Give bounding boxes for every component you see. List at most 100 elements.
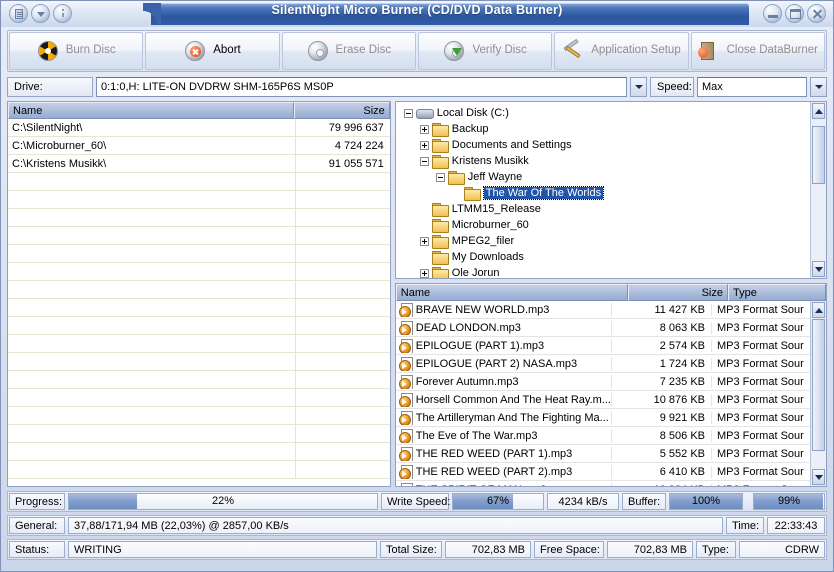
scroll-thumb[interactable]	[812, 126, 825, 184]
table-row-empty[interactable]	[8, 173, 390, 191]
tree-node[interactable]: Local Disk (C:)	[400, 105, 810, 121]
file-list-scrollbar[interactable]	[810, 301, 826, 486]
table-row-empty[interactable]	[8, 245, 390, 263]
table-row-empty[interactable]	[8, 209, 390, 227]
table-row[interactable]: C:\SilentNight\ 79 996 637	[8, 119, 390, 137]
tree-node[interactable]: Backup	[400, 121, 810, 137]
source-list-body[interactable]: C:\SilentNight\ 79 996 637 C:\Microburner_…	[8, 119, 390, 486]
abort-button[interactable]: Abort	[145, 32, 280, 70]
expand-icon[interactable]	[419, 124, 429, 134]
table-row-empty[interactable]	[8, 371, 390, 389]
file-list-body[interactable]: BRAVE NEW WORLD.mp3 11 427 KB MP3 Format S…	[395, 301, 810, 486]
collapse-icon[interactable]	[403, 108, 413, 118]
table-row-empty[interactable]	[8, 407, 390, 425]
scroll-track[interactable]	[812, 319, 825, 468]
scroll-down-icon[interactable]	[812, 261, 825, 277]
table-row[interactable]: Horsell Common And The Heat Ray.m... 10 8…	[395, 391, 810, 409]
chevron-down-icon[interactable]	[31, 4, 50, 23]
tree-node[interactable]: LTMM15_Release	[400, 201, 810, 217]
info-icon[interactable]	[53, 4, 72, 23]
tree-node[interactable]: Microburner_60	[400, 217, 810, 233]
collapse-icon[interactable]	[435, 172, 445, 182]
maximize-icon[interactable]	[785, 4, 804, 23]
table-row[interactable]: The Eve of The War.mp3 8 506 KB MP3 Format…	[395, 427, 810, 445]
table-row[interactable]: THE SPIRIT OF MAN.mp3 10 924 KBMP3 Format…	[396, 481, 810, 486]
scroll-down-icon[interactable]	[812, 469, 825, 485]
minimize-icon[interactable]	[763, 4, 782, 23]
table-row[interactable]: EPILOGUE (PART 2) NASA.mp3 1 724 KB MP3 Fo…	[395, 355, 810, 373]
menu-icon[interactable]	[9, 4, 28, 23]
expand-icon[interactable]	[419, 268, 429, 278]
general-label: General:	[9, 517, 65, 534]
file-row-name: DEAD LONDON.mp3	[396, 320, 612, 335]
file-row-name: The Artilleryman And The Fighting Ma...	[396, 410, 612, 425]
write-speed-bar: 67%	[452, 493, 544, 510]
scroll-thumb[interactable]	[812, 319, 825, 451]
file-row-size: 9 921 KB	[612, 411, 712, 424]
verify-disc-button[interactable]: Verify Disc	[417, 32, 553, 70]
table-row-empty[interactable]	[8, 425, 390, 443]
tree-node[interactable]: The War Of The Worlds	[400, 185, 810, 201]
drive-select-dropdown-icon[interactable]	[630, 77, 647, 97]
folder-tree[interactable]: Local Disk (C:) Backup Documents and Setti…	[396, 102, 810, 278]
close-icon[interactable]	[807, 4, 826, 23]
expand-icon[interactable]	[419, 236, 429, 246]
source-col-size[interactable]: Size	[293, 102, 390, 119]
browser-panel: Local Disk (C:) Backup Documents and Setti…	[394, 101, 827, 487]
table-row-empty[interactable]	[8, 191, 390, 209]
table-row[interactable]: THE RED WEED (PART 2).mp3 6 410 KB MP3 For…	[395, 463, 810, 481]
tree-node[interactable]: Kristens Musikk	[400, 153, 810, 169]
table-row-empty[interactable]	[8, 389, 390, 407]
table-row-empty[interactable]	[8, 461, 390, 479]
tree-node[interactable]: Ole Jorun	[400, 265, 810, 278]
table-row-empty[interactable]	[8, 299, 390, 317]
table-row[interactable]: Forever Autumn.mp3 7 235 KB MP3 Format Sou…	[395, 373, 810, 391]
collapse-icon[interactable]	[419, 156, 429, 166]
source-col-name[interactable]: Name	[8, 102, 294, 119]
table-row-empty[interactable]	[8, 353, 390, 371]
table-row[interactable]: EPILOGUE (PART 1).mp3 2 574 KB MP3 Format …	[395, 337, 810, 355]
burn-disc-button[interactable]: Burn Disc	[9, 32, 144, 70]
table-row[interactable]: C:\Microburner_60\ 4 724 224	[8, 137, 390, 155]
expand-icon[interactable]	[419, 140, 429, 150]
main-toolbar: Burn Disc Abort Erase Disc Verify Disc A…	[7, 30, 827, 72]
table-row-empty[interactable]	[8, 335, 390, 353]
folder-tree-scrollbar[interactable]	[810, 102, 826, 278]
erase-disc-button[interactable]: Erase Disc	[281, 32, 416, 70]
table-row-empty[interactable]	[8, 281, 390, 299]
table-row-empty[interactable]	[8, 443, 390, 461]
file-col-size[interactable]: Size	[628, 284, 728, 301]
drive-select-value[interactable]: 0:1:0,H: LITE-ON DVDRW SHM-165P6S MS0P	[96, 77, 627, 97]
table-row-empty[interactable]	[8, 263, 390, 281]
application-setup-button[interactable]: Application Setup	[554, 32, 689, 70]
source-row-name	[8, 191, 296, 208]
mp3-file-icon	[398, 446, 413, 461]
scroll-up-icon[interactable]	[812, 302, 825, 318]
tree-node[interactable]: Documents and Settings	[400, 137, 810, 153]
table-row-empty[interactable]	[8, 317, 390, 335]
free-space-label: Free Space:	[534, 541, 604, 558]
speed-select-value[interactable]: Max	[697, 77, 807, 97]
table-row[interactable]: DEAD LONDON.mp3 8 063 KB MP3 Format Sour	[395, 319, 810, 337]
folder-open-icon	[463, 186, 481, 201]
tree-node[interactable]: Jeff Wayne	[400, 169, 810, 185]
file-name-text: BRAVE NEW WORLD.mp3	[415, 303, 550, 316]
source-row-size	[296, 353, 390, 370]
tree-node[interactable]: My Downloads	[400, 249, 810, 265]
table-row[interactable]: The Artilleryman And The Fighting Ma... 9…	[395, 409, 810, 427]
table-row-empty[interactable]	[8, 227, 390, 245]
table-row[interactable]: C:\Kristens Musikk\ 91 055 571	[8, 155, 390, 173]
close-databurner-button[interactable]: Close DataBurner	[690, 32, 825, 70]
abort-disc-icon	[184, 40, 206, 62]
scroll-up-icon[interactable]	[812, 103, 825, 119]
file-col-name[interactable]: Name	[395, 284, 628, 301]
table-row[interactable]: THE RED WEED (PART 1).mp3 5 552 KB MP3 For…	[395, 445, 810, 463]
speed-select-dropdown-icon[interactable]	[810, 77, 827, 97]
scroll-track[interactable]	[812, 120, 825, 260]
file-name-text: The Eve of The War.mp3	[415, 429, 538, 442]
tree-node[interactable]: MPEG2_filer	[400, 233, 810, 249]
table-row[interactable]: BRAVE NEW WORLD.mp3 11 427 KB MP3 Format S…	[395, 301, 810, 319]
file-col-type[interactable]: Type	[728, 284, 826, 301]
